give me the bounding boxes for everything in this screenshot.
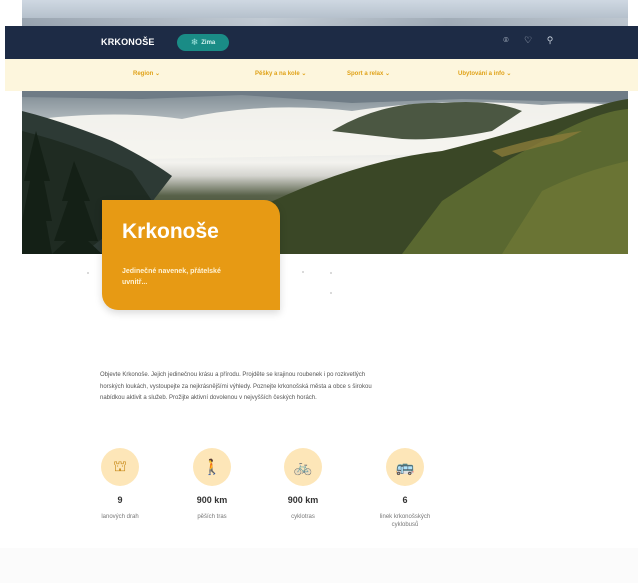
- bus-icon: 🚌: [386, 448, 424, 486]
- menu-item-sport-relax[interactable]: Sport a relax ⌄: [347, 70, 390, 77]
- stat-value: 9: [117, 495, 123, 505]
- menu-item-region[interactable]: Region ⌄: [133, 70, 160, 77]
- season-toggle[interactable]: ❄ Zima: [177, 34, 229, 51]
- page-footer-fade: [0, 548, 638, 583]
- stat-item: 🚶 900 km pěších tras: [177, 448, 247, 521]
- main-menu: Region ⌄ Pěšky a na kole ⌄ Sport a relax…: [5, 59, 638, 91]
- navbar-icons: ⌾ ♡ ⚲: [500, 35, 556, 46]
- snowflake-icon: ❄: [190, 37, 199, 47]
- site-logo[interactable]: KRKONOŠE: [101, 37, 155, 47]
- intro-paragraph: Objevte Krkonoše. Jejich jedinečnou krás…: [100, 372, 372, 401]
- stat-label: linek krkonošských cyklobusů: [379, 514, 431, 528]
- main-navbar: KRKONOŠE ❄ Zima ⌾ ♡ ⚲: [5, 26, 638, 59]
- stat-item: 🚌 6 linek krkonošských cyklobusů: [370, 448, 440, 529]
- stat-item: 🚲 900 km cyklotras: [268, 448, 338, 521]
- cable-car-icon: ⛫: [101, 448, 139, 486]
- hiker-icon: 🚶: [193, 448, 231, 486]
- stat-label: pěších tras: [197, 514, 227, 520]
- season-toggle-label: Zima: [201, 39, 216, 46]
- menu-item-hiking-cycling[interactable]: Pěšky a na kole ⌄: [255, 70, 306, 77]
- stat-label: lanových drah: [101, 514, 139, 520]
- stat-value: 900 km: [287, 495, 319, 505]
- heart-icon[interactable]: ♡: [522, 35, 534, 46]
- search-icon[interactable]: ⚲: [544, 35, 556, 46]
- stat-item: ⛫ 9 lanových drah: [85, 448, 155, 521]
- page-title: Krkonoše: [122, 220, 219, 243]
- bicycle-icon: 🚲: [284, 448, 322, 486]
- top-banner-strip: [22, 0, 628, 26]
- menu-item-accommodation-info[interactable]: Ubytování a info ⌄: [458, 70, 511, 77]
- stat-label: cyklotras: [291, 514, 315, 520]
- hero-title-card: Krkonoše Jedinečné navenek, přátelské uv…: [102, 200, 280, 310]
- hero-subtitle: Jedinečné navenek, přátelské uvnitř...: [122, 268, 221, 286]
- stat-value: 6: [402, 495, 408, 505]
- stat-value: 900 km: [196, 495, 228, 505]
- location-icon[interactable]: ⌾: [500, 35, 512, 46]
